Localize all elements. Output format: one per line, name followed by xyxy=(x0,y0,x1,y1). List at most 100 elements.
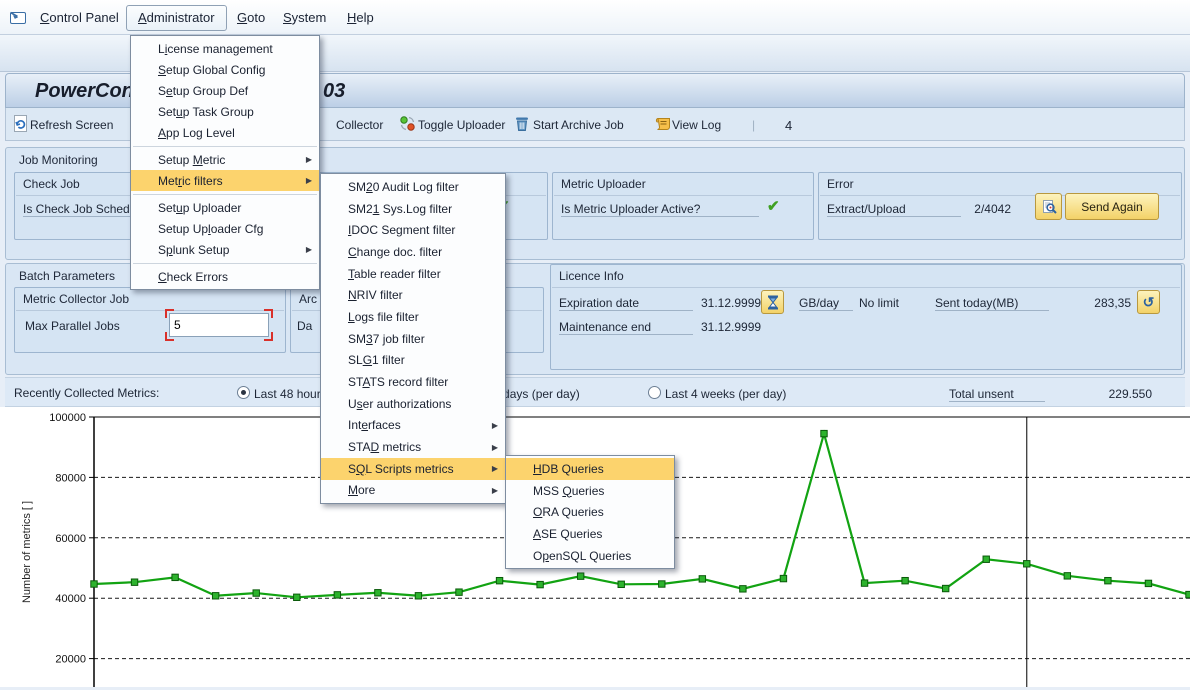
menu-item-label: SM37 job filter xyxy=(348,332,425,346)
submenu-arrow-icon: ▶ xyxy=(306,176,312,185)
magnifier-document-icon xyxy=(1041,199,1057,215)
data-point-marker xyxy=(577,573,583,579)
menu-item-splunk-setup[interactable]: Splunk Setup▶ xyxy=(131,239,319,260)
menu-item-interfaces[interactable]: Interfaces▶ xyxy=(321,415,505,437)
view-log-button[interactable]: View Log xyxy=(672,118,721,132)
menu-item-label: IDOC Segment filter xyxy=(348,223,455,237)
menu-item-setup-group-def[interactable]: Setup Group Def xyxy=(131,80,319,101)
menu-item-stad-metrics[interactable]: STAD metrics▶ xyxy=(321,436,505,458)
menu-item-label: License management xyxy=(158,42,273,56)
licence-history-button[interactable] xyxy=(761,290,784,314)
menu-item-mss-queries[interactable]: MSS Queries xyxy=(506,480,674,502)
archive-trash-icon xyxy=(514,115,530,135)
start-archive-job-button[interactable]: Start Archive Job xyxy=(533,118,624,132)
max-parallel-jobs-input[interactable] xyxy=(169,313,269,337)
menu-item-label: SM21 Sys.Log filter xyxy=(348,202,452,216)
menu-item-label: Setup Group Def xyxy=(158,84,248,98)
menubar-item-control-panel[interactable]: Control Panel xyxy=(40,10,119,25)
total-unsent-label: Total unsent xyxy=(949,387,1045,402)
radio-last-48-hours[interactable] xyxy=(237,386,250,399)
refresh-screen-button[interactable]: Refresh Screen xyxy=(30,118,113,132)
menu-item-license-management[interactable]: License management xyxy=(131,38,319,59)
menu-item-ase-queries[interactable]: ASE Queries xyxy=(506,523,674,545)
toggle-uploader-button[interactable]: Toggle Uploader xyxy=(418,118,505,132)
menu-item-user-authorizations[interactable]: User authorizations xyxy=(321,393,505,415)
refresh-icon xyxy=(12,115,29,135)
menu-item-hdb-queries[interactable]: HDB Queries xyxy=(506,458,674,480)
radio-last-4-weeks[interactable] xyxy=(648,386,661,399)
undo-arrow-icon: ↺ xyxy=(1143,294,1155,311)
menu-item-setup-task-group[interactable]: Setup Task Group xyxy=(131,101,319,122)
data-point-marker xyxy=(740,586,746,592)
menu-item-nriv-filter[interactable]: NRIV filter xyxy=(321,284,505,306)
menu-item-idoc-segment-filter[interactable]: IDOC Segment filter xyxy=(321,219,505,241)
menubar-item-goto[interactable]: Goto xyxy=(237,10,265,25)
menu-item-metric-filters[interactable]: Metric filters ▶ xyxy=(131,170,319,191)
menu-item-sm37-job-filter[interactable]: SM37 job filter xyxy=(321,328,505,350)
data-point-marker xyxy=(821,430,827,436)
sap-gui-icon[interactable] xyxy=(8,9,28,29)
menu-item-setup-global-config[interactable]: Setup Global Config xyxy=(131,59,319,80)
menu-item-label: NRIV filter xyxy=(348,288,403,302)
menu-item-sm21-sys-log-filter[interactable]: SM21 Sys.Log filter xyxy=(321,198,505,220)
data-point-marker xyxy=(91,581,97,587)
page-title-suffix: 03 xyxy=(323,80,345,103)
data-point-marker xyxy=(902,577,908,583)
data-point-marker xyxy=(942,585,948,591)
data-point-marker xyxy=(618,581,624,587)
check-job-title: Check Job xyxy=(23,177,80,191)
menu-item-label: STAD metrics xyxy=(348,440,421,454)
apptoolbar-separator: | xyxy=(752,118,755,132)
expiration-date-label: Expiration date xyxy=(559,296,693,311)
menu-item-sm20-audit-log-filter[interactable]: SM20 Audit Log filter xyxy=(321,176,505,198)
menu-item-setup-metric[interactable]: Setup Metric▶ xyxy=(131,149,319,170)
menu-item-stats-record-filter[interactable]: STATS record filter xyxy=(321,371,505,393)
menubar-item-help[interactable]: Help xyxy=(347,10,374,25)
menu-item-label: OpenSQL Queries xyxy=(533,549,631,563)
submenu-arrow-icon: ▶ xyxy=(306,245,312,254)
data-point-marker xyxy=(1186,591,1190,597)
menubar-item-administrator[interactable]: Administrator xyxy=(126,5,227,31)
menu-item-check-errors[interactable]: Check Errors xyxy=(131,266,319,287)
metric-filters-submenu: SM20 Audit Log filter SM21 Sys.Log filter… xyxy=(320,173,506,504)
radio-last-4-weeks-label[interactable]: Last 4 weeks (per day) xyxy=(665,387,786,401)
menu-item-app-log-level[interactable]: App Log Level xyxy=(131,122,319,143)
data-point-marker xyxy=(983,556,989,562)
submenu-arrow-icon: ▶ xyxy=(306,155,312,164)
collector-button[interactable]: Collector xyxy=(336,118,383,132)
data-point-marker xyxy=(1024,561,1030,567)
extract-upload-value: 2/4042 xyxy=(939,202,1011,216)
data-point-marker xyxy=(659,581,665,587)
menu-item-sql-scripts-metrics[interactable]: SQL Scripts metrics▶ xyxy=(321,458,505,480)
send-again-button[interactable]: Send Again xyxy=(1065,193,1159,220)
menu-item-label: HDB Queries xyxy=(533,462,604,476)
menu-item-slg1-filter[interactable]: SLG1 filter xyxy=(321,350,505,372)
menu-item-ora-queries[interactable]: ORA Queries xyxy=(506,501,674,523)
licence-info-title: Licence Info xyxy=(559,269,624,283)
menubar-item-system[interactable]: System xyxy=(283,10,326,25)
menu-item-setup-uploader-cfg[interactable]: Setup Uploader Cfg xyxy=(131,218,319,239)
maintenance-end-label: Maintenance end xyxy=(559,320,693,335)
menu-item-label: SM20 Audit Log filter xyxy=(348,180,459,194)
menu-item-more[interactable]: More▶ xyxy=(321,480,505,502)
show-errors-button[interactable] xyxy=(1035,193,1062,220)
menu-item-logs-file-filter[interactable]: Logs file filter xyxy=(321,306,505,328)
metric-uploader-panel: Metric Uploader Is Metric Uploader Activ… xyxy=(552,172,814,240)
menu-item-label: App Log Level xyxy=(158,126,235,140)
menu-item-table-reader-filter[interactable]: Table reader filter xyxy=(321,263,505,285)
menu-bar: Control Panel Administrator Goto System … xyxy=(0,0,1190,35)
menu-item-opensql-queries[interactable]: OpenSQL Queries xyxy=(506,545,674,567)
menu-item-setup-uploader[interactable]: Setup Uploader xyxy=(131,197,319,218)
menu-item-label: Logs file filter xyxy=(348,310,419,324)
refresh-sent-button[interactable]: ↺ xyxy=(1137,290,1160,314)
menu-item-label: Metric filters xyxy=(158,174,223,188)
menu-item-change-doc-filter[interactable]: Change doc. filter xyxy=(321,241,505,263)
metric-collector-job-title: Metric Collector Job xyxy=(23,292,129,306)
toggle-uploader-icon xyxy=(399,115,416,135)
y-tick-label: 40000 xyxy=(55,593,86,605)
y-axis-title: Number of metrics [ ] xyxy=(21,501,33,603)
submenu-arrow-icon: ▶ xyxy=(492,421,498,430)
metric-collector-job-panel: Metric Collector Job Max Parallel Jobs xyxy=(14,287,286,353)
metric-uploader-question-label: Is Metric Uploader Active? xyxy=(561,202,759,217)
maintenance-end-value: 31.12.9999 xyxy=(701,320,761,334)
